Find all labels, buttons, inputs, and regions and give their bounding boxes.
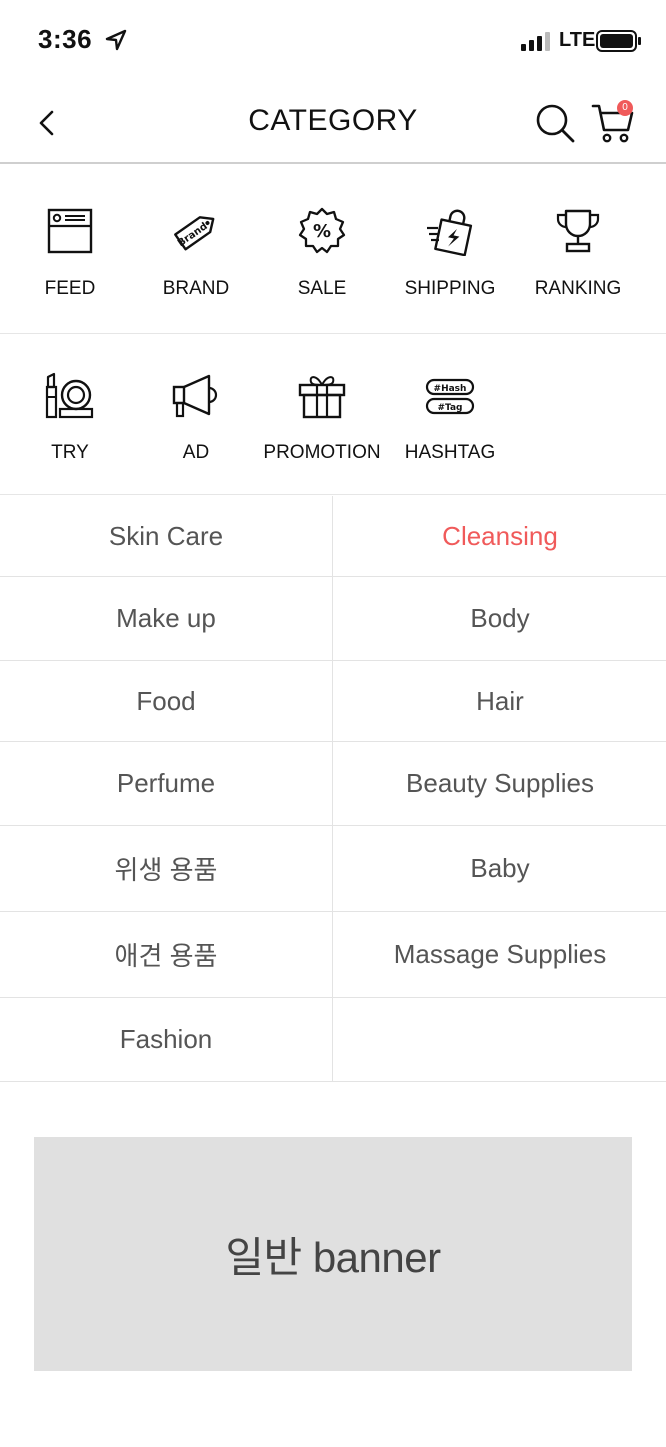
category-empty-cell: [334, 998, 666, 1081]
quick-label: SALE: [297, 278, 347, 299]
location-arrow-icon: [105, 29, 127, 51]
battery-icon: [596, 30, 641, 52]
category-row: Fashion: [0, 998, 666, 1082]
banner-text: 일반 banner: [225, 1233, 441, 1281]
shipping-bag-icon: [427, 209, 473, 256]
feed-icon: [47, 208, 93, 254]
quick-menu-row-2: TRY AD PROMOTION #Hash #Tag HASHTAG: [0, 335, 666, 495]
category-perfume[interactable]: Perfume: [0, 742, 333, 825]
category-row: Perfume Beauty Supplies: [0, 742, 666, 826]
trophy-icon: [556, 209, 600, 253]
quick-hashtag[interactable]: #Hash #Tag HASHTAG: [386, 335, 514, 494]
category-row: Food Hair: [0, 661, 666, 742]
quick-ad[interactable]: AD: [132, 335, 260, 494]
cart-count-badge: 0: [617, 100, 633, 116]
hashtag-hash-text: #Hash: [434, 384, 467, 394]
category-row: Make up Body: [0, 577, 666, 661]
category-cleansing[interactable]: Cleansing: [334, 496, 666, 576]
category-grid: Skin Care Cleansing Make up Body Food Ha…: [0, 496, 666, 1082]
category-skin-care[interactable]: Skin Care: [0, 496, 333, 576]
category-fashion[interactable]: Fashion: [0, 998, 333, 1081]
category-hygiene-supplies[interactable]: 위생 용품: [0, 826, 333, 911]
promo-banner[interactable]: 일반 banner: [34, 1137, 632, 1371]
category-row: 애견 용품 Massage Supplies: [0, 912, 666, 998]
category-row: Skin Care Cleansing: [0, 496, 666, 577]
quick-brand[interactable]: Brand BRAND: [132, 166, 260, 333]
category-food[interactable]: Food: [0, 661, 333, 741]
search-icon[interactable]: [534, 102, 576, 144]
signal-icon: [521, 32, 550, 51]
gift-icon: [298, 376, 346, 419]
quick-label: PROMOTION: [263, 442, 381, 463]
category-hair[interactable]: Hair: [334, 661, 666, 741]
category-beauty-supplies[interactable]: Beauty Supplies: [334, 742, 666, 825]
hashtag-tag-text: #Tag: [437, 403, 462, 413]
quick-label: FEED: [44, 278, 96, 299]
status-time: 3:36: [38, 24, 93, 54]
quick-promotion[interactable]: PROMOTION: [258, 335, 386, 494]
category-make-up[interactable]: Make up: [0, 577, 333, 660]
network-label: LTE: [559, 29, 596, 51]
category-massage-supplies[interactable]: Massage Supplies: [334, 912, 666, 997]
sale-percent-icon: %: [298, 207, 346, 254]
quick-label: SHIPPING: [404, 278, 496, 299]
quick-label: BRAND: [162, 278, 230, 299]
quick-shipping[interactable]: SHIPPING: [386, 166, 514, 333]
brand-tag-icon: Brand: [174, 216, 215, 251]
quick-label: TRY: [51, 442, 89, 463]
category-body[interactable]: Body: [334, 577, 666, 660]
megaphone-icon: [172, 374, 218, 418]
quick-label: AD: [182, 442, 210, 463]
quick-feed[interactable]: FEED: [6, 166, 134, 333]
sale-percent-text: %: [313, 221, 331, 242]
quick-ranking[interactable]: RANKING: [514, 166, 642, 333]
quick-try[interactable]: TRY: [6, 335, 134, 494]
status-bar: 3:36 LTE: [0, 0, 666, 84]
cosmetics-icon: [45, 372, 94, 419]
quick-sale[interactable]: % SALE: [258, 166, 386, 333]
category-pet-supplies[interactable]: 애견 용품: [0, 912, 333, 997]
quick-label: HASHTAG: [404, 442, 496, 463]
header: CATEGORY 0: [0, 84, 666, 164]
quick-label: RANKING: [534, 278, 622, 299]
quick-menu-row-1: FEED Brand BRAND % SALE SHIPPING RANKING: [0, 166, 666, 334]
category-row: 위생 용품 Baby: [0, 826, 666, 912]
hashtag-icon: #Hash #Tag: [425, 378, 475, 415]
category-baby[interactable]: Baby: [334, 826, 666, 911]
